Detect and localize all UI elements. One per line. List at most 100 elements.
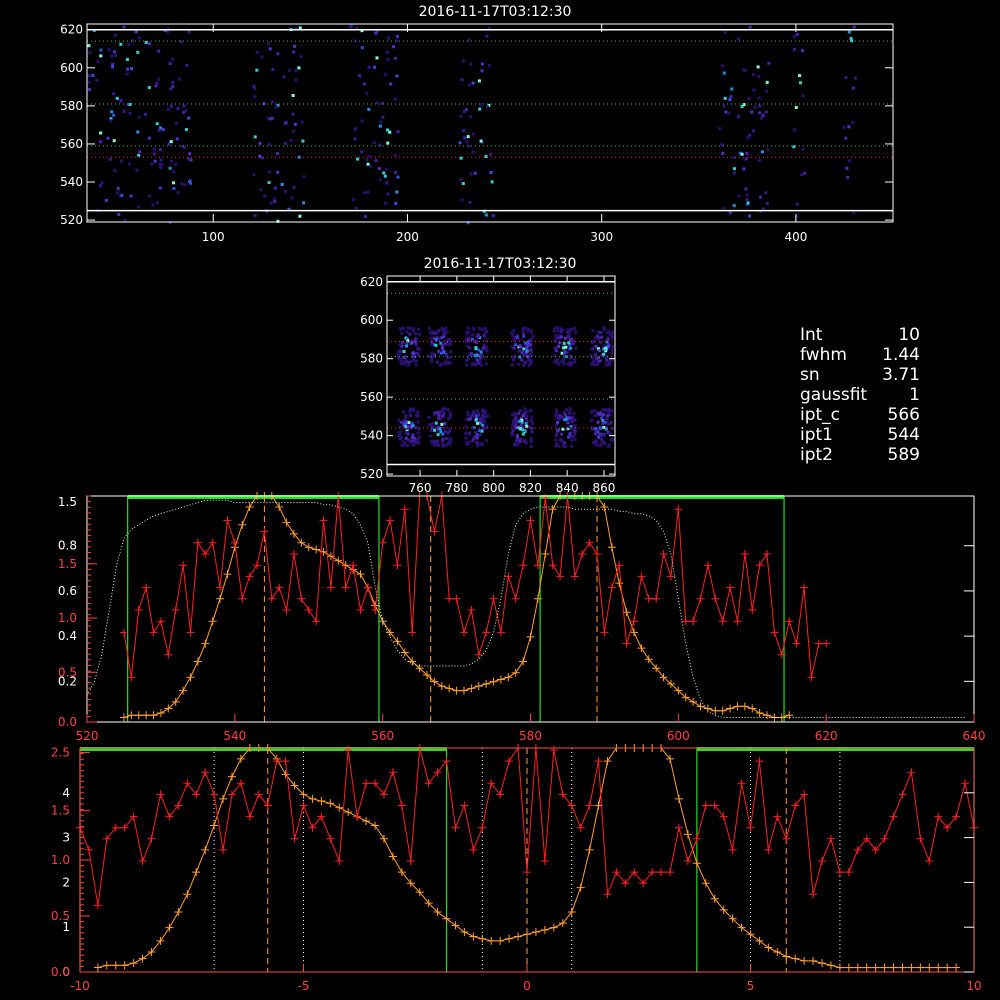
series-marker bbox=[523, 868, 531, 877]
heat-pixel bbox=[408, 360, 412, 364]
x-tick-label: 560 bbox=[371, 729, 394, 743]
heat-pixel bbox=[395, 74, 399, 78]
heat-pixel bbox=[515, 335, 519, 339]
heat-pixel bbox=[482, 334, 486, 337]
heat-pixel bbox=[471, 333, 475, 337]
heat-pixel bbox=[721, 151, 725, 155]
heat-pixel bbox=[556, 429, 560, 433]
heat-pixel bbox=[515, 435, 519, 439]
heat-pixel bbox=[385, 50, 389, 54]
heat-pixel bbox=[471, 81, 475, 85]
series-marker bbox=[740, 702, 749, 711]
heat-pixel bbox=[573, 433, 577, 437]
heat-pixel bbox=[605, 359, 608, 362]
panel2-frame bbox=[386, 275, 616, 477]
series-marker bbox=[871, 963, 880, 972]
series-marker bbox=[388, 768, 397, 777]
series-marker bbox=[460, 801, 469, 810]
heat-pixel bbox=[744, 157, 748, 161]
heat-pixel bbox=[298, 214, 302, 218]
heat-pixel bbox=[559, 335, 563, 339]
heat-pixel bbox=[188, 180, 191, 183]
series-marker bbox=[208, 617, 217, 626]
heat-pixel bbox=[476, 361, 480, 365]
heat-pixel bbox=[367, 107, 371, 111]
series-marker bbox=[514, 932, 523, 941]
heat-pixel bbox=[564, 444, 568, 448]
series-marker bbox=[371, 821, 380, 830]
heat-pixel bbox=[352, 198, 356, 202]
heat-pixel bbox=[273, 186, 277, 190]
heat-pixel bbox=[147, 194, 151, 198]
series-marker bbox=[210, 821, 219, 830]
heat-pixel bbox=[106, 136, 110, 140]
heat-pixel bbox=[460, 78, 464, 82]
series-marker bbox=[127, 673, 136, 682]
heat-pixel bbox=[523, 429, 527, 433]
heat-pixel bbox=[448, 355, 452, 359]
heat-pixel bbox=[280, 183, 284, 186]
heat-pixel bbox=[521, 432, 525, 436]
heat-pixel bbox=[110, 54, 114, 58]
heat-pixel bbox=[396, 175, 400, 179]
heat-pixel bbox=[374, 159, 378, 163]
y-tick-label: 620 bbox=[360, 275, 383, 289]
heat-pixel bbox=[446, 408, 450, 412]
series-marker bbox=[208, 538, 217, 547]
heat-pixel bbox=[471, 150, 475, 154]
heat-pixel bbox=[109, 119, 113, 123]
heat-pixel bbox=[553, 326, 557, 330]
series-marker bbox=[308, 794, 317, 803]
series-marker bbox=[386, 516, 395, 525]
heat-pixel bbox=[718, 127, 722, 131]
heat-pixel bbox=[273, 200, 277, 203]
series-marker bbox=[916, 963, 925, 972]
heat-pixel bbox=[116, 191, 120, 195]
info-value: 544 bbox=[888, 425, 920, 445]
series-marker bbox=[696, 594, 705, 603]
series-marker bbox=[408, 628, 417, 637]
heat-pixel bbox=[517, 362, 521, 366]
heat-pixel bbox=[434, 343, 438, 347]
info-value: 3.71 bbox=[882, 365, 920, 385]
series-marker bbox=[393, 561, 402, 570]
heat-pixel bbox=[606, 422, 610, 426]
heat-pixel bbox=[159, 158, 163, 162]
heat-pixel bbox=[253, 95, 257, 99]
panel2-title: 2016-11-17T03:12:30 bbox=[424, 256, 577, 272]
heat-pixel bbox=[446, 431, 450, 435]
heat-pixel bbox=[284, 190, 287, 194]
heat-pixel bbox=[300, 120, 304, 124]
heat-pixel bbox=[733, 167, 736, 171]
heat-pixel bbox=[394, 201, 398, 205]
heat-pixel bbox=[459, 114, 463, 118]
heat-pixel bbox=[135, 168, 139, 172]
heat-pixel bbox=[847, 30, 851, 34]
heat-pixel bbox=[259, 188, 263, 192]
series-marker bbox=[666, 868, 675, 877]
heat-pixel bbox=[757, 75, 761, 79]
heat-pixel bbox=[112, 92, 116, 96]
heat-pixel bbox=[467, 357, 470, 361]
heat-pixel bbox=[522, 363, 526, 367]
series-marker bbox=[275, 502, 284, 511]
heat-pixel bbox=[765, 80, 769, 84]
heat-pixel bbox=[481, 421, 485, 424]
heat-pixel bbox=[555, 423, 559, 427]
heat-pixel bbox=[520, 358, 524, 362]
heat-pixel bbox=[610, 345, 614, 349]
heat-pixel bbox=[514, 343, 517, 347]
heat-pixel bbox=[446, 343, 450, 346]
x-tick-label: 0 bbox=[523, 979, 531, 993]
series-marker bbox=[692, 859, 701, 868]
heat-pixel bbox=[591, 347, 595, 351]
heat-pixel bbox=[527, 358, 530, 362]
panel3-chart: 520 540 560 580 600 620 6400.20.40.60.80.00.51… bbox=[58, 492, 985, 743]
series-marker bbox=[474, 650, 483, 659]
series-marker bbox=[127, 711, 136, 720]
heat-pixel bbox=[599, 434, 603, 438]
heat-pixel bbox=[476, 412, 480, 415]
heat-pixel bbox=[180, 182, 184, 186]
heat-pixel bbox=[158, 186, 162, 190]
heat-pixel bbox=[525, 410, 529, 414]
